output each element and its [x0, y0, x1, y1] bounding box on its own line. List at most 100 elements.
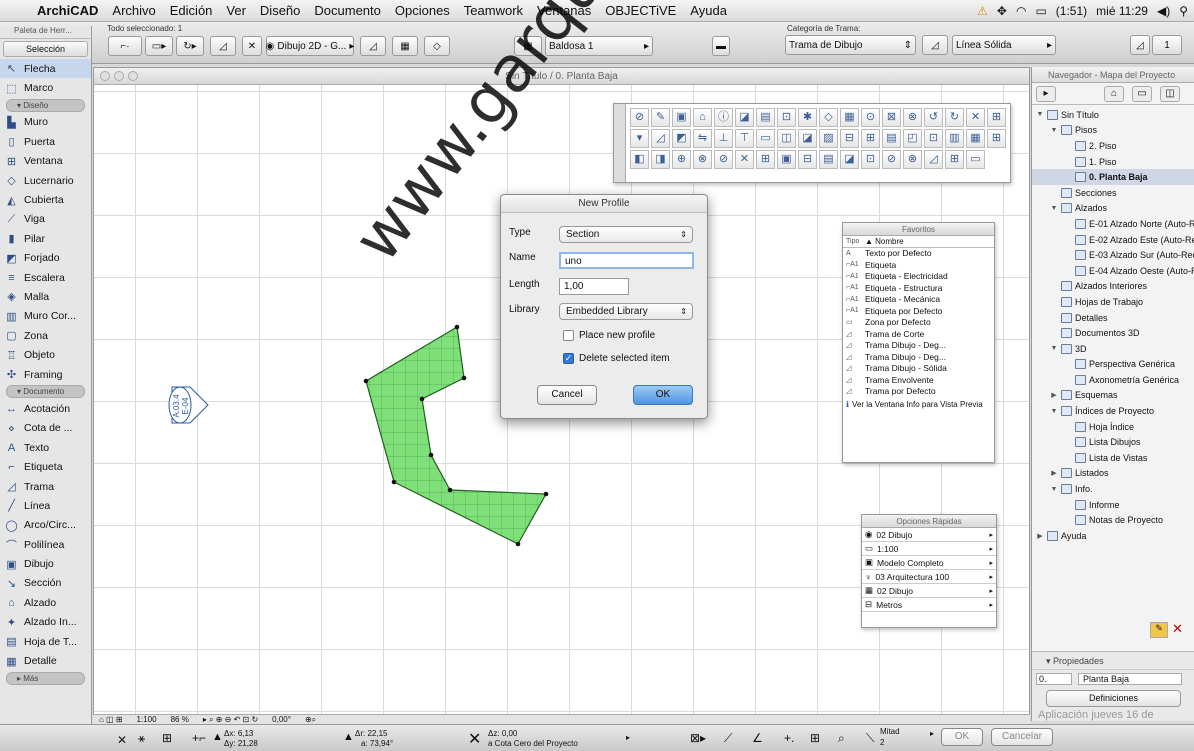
toolbar-tool-icon[interactable]: ⊤	[735, 129, 754, 148]
property-value[interactable]: Planta Baja	[1078, 673, 1182, 685]
navigator-item[interactable]: ▼ Info.	[1032, 481, 1194, 497]
quick-option-row[interactable]: ⊟ Metros ▸	[862, 598, 996, 612]
place-profile-checkbox[interactable]: Place new profile	[563, 330, 655, 341]
toolbar-tool-icon[interactable]: ▨	[819, 129, 838, 148]
favorite-item[interactable]: ⌐A1 Etiqueta - Mecánica	[843, 294, 994, 306]
quick-option-row[interactable]: ◉ 02 Dibujo ▸	[862, 528, 996, 542]
warning-icon[interactable]: ⚠	[977, 4, 988, 18]
toolbar-tool-icon[interactable]: ⊟	[840, 129, 859, 148]
toolbar-tool-icon[interactable]: ⊗	[693, 150, 712, 169]
fill-category-select[interactable]: Trama de Dibujo ⇕	[785, 35, 916, 55]
toolbar-tool-icon[interactable]: ▦	[840, 108, 859, 127]
tool-dibujo[interactable]: ▣ Dibujo	[0, 554, 91, 573]
col-type[interactable]: Tipo	[843, 238, 865, 245]
menu-app[interactable]: ArchiCAD	[30, 3, 105, 18]
fill-area-button[interactable]: ◿	[360, 36, 386, 56]
clock[interactable]: mié 11:29	[1096, 4, 1148, 18]
toolbar-tool-icon[interactable]: ⇋	[693, 129, 712, 148]
toolbar-tool-icon[interactable]: ▾	[630, 129, 649, 148]
grid-snap-icon[interactable]: ⊞	[162, 731, 172, 745]
dy-field[interactable]: Δy: 21,28	[224, 739, 258, 748]
navigator-item[interactable]: E-02 Alzado Este (Auto-Re	[1032, 232, 1194, 248]
toolbar-tool-icon[interactable]: ◿	[924, 150, 943, 169]
delete-item-checkbox[interactable]: ✓ Delete selected item	[563, 353, 670, 364]
property-id[interactable]: 0.	[1036, 673, 1072, 685]
cancel-coord-icon[interactable]: ✕	[468, 729, 481, 749]
toolbar-tool-icon[interactable]: ✕	[966, 108, 985, 127]
special-snap-icon[interactable]: ⊠▸	[690, 731, 706, 745]
dx-field[interactable]: Δx: 6,13	[224, 729, 253, 738]
name-input[interactable]: uno	[559, 252, 694, 269]
navigator-buttons[interactable]: ⌂ ◫ ⊞	[99, 715, 123, 724]
pick-icon[interactable]: ✕	[242, 36, 262, 56]
menu-objective[interactable]: OBJECTiVE	[598, 3, 683, 18]
group-design[interactable]: ▾ Diseño	[6, 98, 85, 112]
definitions-button[interactable]: Definiciones	[1046, 690, 1181, 707]
tool-zona[interactable]: ▢ Zona	[0, 326, 91, 345]
toolbar-tool-icon[interactable]: ◨	[651, 150, 670, 169]
coord-cancel-button[interactable]: Cancelar	[991, 728, 1053, 746]
navigator-item[interactable]: Notas de Proyecto	[1032, 512, 1194, 528]
toolbar-tool-icon[interactable]: ⊞	[945, 150, 964, 169]
snap-zoom-icon[interactable]: ⌕	[838, 731, 845, 746]
layer-select[interactable]: ◉ Dibujo 2D - G... ▸	[266, 36, 354, 56]
dr-field[interactable]: Δr: 22,15	[355, 729, 388, 738]
toolbar-tool-icon[interactable]: ⊞	[987, 108, 1006, 127]
col-name[interactable]: ▲ Nombre	[865, 237, 904, 246]
toolbar-tool-icon[interactable]: ◇	[819, 108, 838, 127]
snap-angle-icon[interactable]: ∠	[752, 731, 763, 745]
rectangle-method-button[interactable]: ▭▸	[145, 36, 173, 56]
disclosure-icon[interactable]: ▶	[1050, 391, 1058, 399]
quick-option-row[interactable]: ▦ 02 Dibujo ▸	[862, 584, 996, 598]
navigator-item[interactable]: E-03 Alzado Sur (Auto-Rec	[1032, 247, 1194, 263]
delete-icon[interactable]: ✕	[1172, 622, 1190, 638]
navigator-item[interactable]: Alzados Interiores	[1032, 279, 1194, 295]
tool-cubierta[interactable]: ◭ Cubierta	[0, 190, 91, 209]
menu-documento[interactable]: Documento	[307, 3, 387, 18]
toolbar-tool-icon[interactable]: ↺	[924, 108, 943, 127]
fill-method-button[interactable]: ◿	[210, 36, 236, 56]
toolbar-tool-icon[interactable]: ▤	[819, 150, 838, 169]
navigator-item[interactable]: Hoja Índice	[1032, 419, 1194, 435]
favorite-item[interactable]: ◿ Trama de Corte	[843, 328, 994, 340]
navigator-item[interactable]: ▼ Índices de Proyecto	[1032, 403, 1194, 419]
division-dropdown[interactable]: ▸	[930, 729, 934, 738]
snap-point-icon[interactable]: +.	[784, 731, 794, 745]
cancel-button[interactable]: Cancel	[537, 385, 597, 405]
fill-orientation-button[interactable]: ◿	[922, 35, 948, 55]
tool-forjado[interactable]: ◩ Forjado	[0, 249, 91, 268]
geometry-method-button[interactable]: ⌐·	[108, 36, 142, 56]
navigator-item[interactable]: 1. Piso	[1032, 154, 1194, 170]
toolbar-tool-icon[interactable]: ◫	[777, 129, 796, 148]
favorite-item[interactable]: ⌐A1 Etiqueta	[843, 259, 994, 271]
tool-malla[interactable]: ◈ Malla	[0, 287, 91, 306]
reference-select[interactable]: ▸	[626, 733, 630, 742]
tool-viga[interactable]: ⟋ Viga	[0, 210, 91, 229]
navigator-item[interactable]: 0. Planta Baja	[1032, 169, 1194, 185]
quick-option-row[interactable]: ▭ 1:100 ▸	[862, 542, 996, 556]
favorite-item[interactable]: ⌐A1 Etiqueta - Estructura	[843, 282, 994, 294]
navigator-item[interactable]: Documentos 3D	[1032, 325, 1194, 341]
tool-alzado[interactable]: ⌂ Alzado	[0, 593, 91, 612]
favorite-item[interactable]: ◿ Trama por Defecto	[843, 386, 994, 398]
toolbar-tool-icon[interactable]: ⓘ	[714, 108, 733, 127]
toolbar-tool-icon[interactable]: ⊞	[756, 150, 775, 169]
navigator-item[interactable]: ▶ Ayuda	[1032, 528, 1194, 544]
ok-button[interactable]: OK	[633, 385, 693, 405]
relative-construction-icon[interactable]: +⌐	[192, 731, 206, 745]
tool-lucernario[interactable]: ◇ Lucernario	[0, 171, 91, 190]
menu-archivo[interactable]: Archivo	[105, 3, 162, 18]
volume-icon[interactable]: ◀)	[1157, 4, 1170, 18]
toolbar-tool-icon[interactable]: ◿	[651, 129, 670, 148]
tool-escalera[interactable]: ≡ Escalera	[0, 268, 91, 287]
search-icon[interactable]: ⚲	[1179, 4, 1188, 18]
angle-value[interactable]: 0,00°	[272, 715, 291, 724]
tool-marquee[interactable]: ⬚ Marco	[0, 78, 91, 97]
navigator-item[interactable]: Detalles	[1032, 310, 1194, 326]
disclosure-icon[interactable]: ▼	[1050, 408, 1058, 415]
toolbar-tool-icon[interactable]: ◰	[903, 129, 922, 148]
navigator-item[interactable]: 2. Piso	[1032, 138, 1194, 154]
tool-cota-de[interactable]: ⋄ Cota de ...	[0, 419, 91, 438]
disclosure-icon[interactable]: ▼	[1050, 486, 1058, 493]
toolbar-tool-icon[interactable]: ⊞	[987, 129, 1006, 148]
